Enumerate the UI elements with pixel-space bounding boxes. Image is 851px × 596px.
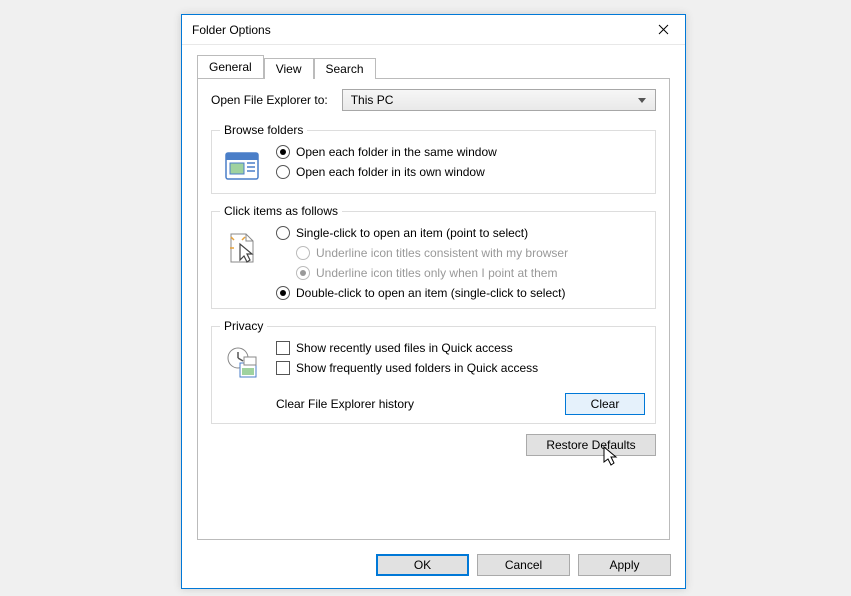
browse-folders-icon-area <box>220 145 264 185</box>
radio-underline-point-label: Underline icon titles only when I point … <box>316 266 557 280</box>
tab-search[interactable]: Search <box>314 58 376 79</box>
radio-double-click[interactable]: Double-click to open an item (single-cli… <box>276 286 645 300</box>
browse-folders-legend: Browse folders <box>220 123 307 137</box>
privacy-history-icon <box>224 345 260 381</box>
open-explorer-select[interactable]: This PC <box>342 89 656 111</box>
radio-single-click-label: Single-click to open an item (point to s… <box>296 226 528 240</box>
radio-bullet-icon <box>276 165 290 179</box>
radio-same-window-label: Open each folder in the same window <box>296 145 497 159</box>
checkbox-show-files[interactable]: Show recently used files in Quick access <box>276 341 645 355</box>
click-items-fieldset: Click items as follows <box>211 204 656 309</box>
dialog-footer: OK Cancel Apply <box>182 546 685 588</box>
radio-underline-point: Underline icon titles only when I point … <box>296 266 645 280</box>
checkbox-box-icon <box>276 341 290 355</box>
folder-window-icon <box>224 149 260 185</box>
folder-options-dialog: Folder Options General View Search Open … <box>181 14 686 589</box>
tab-general[interactable]: General <box>197 55 264 78</box>
privacy-icon-area <box>220 341 264 381</box>
radio-single-click[interactable]: Single-click to open an item (point to s… <box>276 226 645 240</box>
privacy-legend: Privacy <box>220 319 267 333</box>
checkbox-box-icon <box>276 361 290 375</box>
click-items-icon-area <box>220 226 264 266</box>
checkbox-show-folders[interactable]: Show frequently used folders in Quick ac… <box>276 361 645 375</box>
radio-own-window[interactable]: Open each folder in its own window <box>276 165 645 179</box>
close-button[interactable] <box>641 15 685 44</box>
radio-bullet-icon <box>276 286 290 300</box>
checkbox-show-folders-label: Show frequently used folders in Quick ac… <box>296 361 538 375</box>
restore-defaults-row: Restore Defaults <box>211 434 656 456</box>
open-explorer-value: This PC <box>351 93 394 107</box>
radio-bullet-icon <box>276 145 290 159</box>
tab-panel-general: Open File Explorer to: This PC Browse fo… <box>197 78 670 540</box>
click-items-legend: Click items as follows <box>220 204 342 218</box>
checkbox-show-files-label: Show recently used files in Quick access <box>296 341 513 355</box>
clear-history-label: Clear File Explorer history <box>276 397 414 411</box>
cancel-button[interactable]: Cancel <box>477 554 570 576</box>
titlebar: Folder Options <box>182 15 685 45</box>
restore-defaults-button[interactable]: Restore Defaults <box>526 434 656 456</box>
apply-button[interactable]: Apply <box>578 554 671 576</box>
window-title: Folder Options <box>192 23 271 37</box>
cursor-click-icon <box>224 230 260 266</box>
radio-own-window-label: Open each folder in its own window <box>296 165 485 179</box>
clear-button[interactable]: Clear <box>565 393 645 415</box>
radio-underline-browser: Underline icon titles consistent with my… <box>296 246 645 260</box>
radio-bullet-icon <box>276 226 290 240</box>
browse-folders-fieldset: Browse folders <box>211 123 656 194</box>
tab-view[interactable]: View <box>264 58 314 79</box>
radio-bullet-icon <box>296 266 310 280</box>
open-explorer-label: Open File Explorer to: <box>211 93 328 107</box>
tab-strip: General View Search <box>197 55 670 78</box>
close-icon <box>658 24 669 35</box>
clear-history-row: Clear File Explorer history Clear <box>276 393 645 415</box>
chevron-down-icon <box>638 98 646 103</box>
dialog-body: General View Search Open File Explorer t… <box>182 45 685 546</box>
privacy-fieldset: Privacy <box>211 319 656 424</box>
ok-button[interactable]: OK <box>376 554 469 576</box>
radio-same-window[interactable]: Open each folder in the same window <box>276 145 645 159</box>
radio-double-click-label: Double-click to open an item (single-cli… <box>296 286 565 300</box>
radio-bullet-icon <box>296 246 310 260</box>
open-explorer-row: Open File Explorer to: This PC <box>211 89 656 111</box>
radio-underline-browser-label: Underline icon titles consistent with my… <box>316 246 568 260</box>
